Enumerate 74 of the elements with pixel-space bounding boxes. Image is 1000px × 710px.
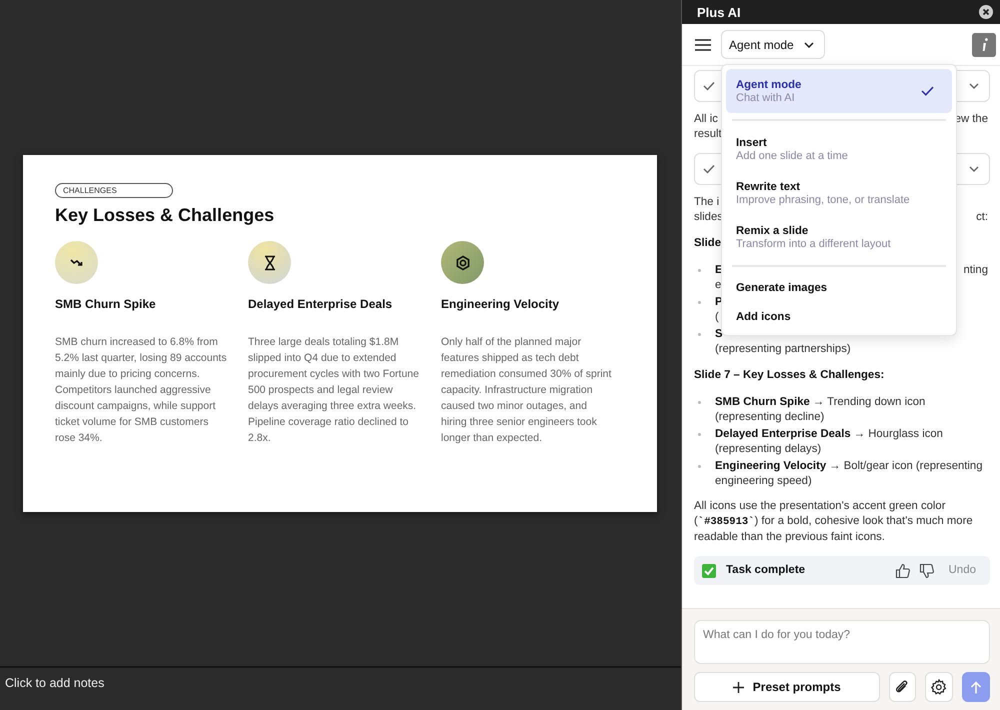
arrow-up-icon	[970, 680, 982, 694]
check-icon	[703, 164, 715, 174]
close-icon[interactable]	[979, 5, 993, 19]
settings-button[interactable]	[925, 672, 954, 702]
menu-item-description: Improve phrasing, tone, or translate	[736, 194, 910, 206]
column-heading: Engineering Velocity	[441, 297, 560, 311]
menu-item-description: Chat with AI	[736, 92, 796, 104]
message-text: Slide	[694, 236, 721, 251]
column-heading: SMB Churn Spike	[55, 297, 157, 311]
checkmark-icon	[921, 86, 934, 96]
bullet-icon	[698, 333, 701, 336]
attach-button[interactable]	[888, 672, 916, 702]
panel-title: Plus AI	[697, 4, 741, 20]
slide-tag: CHALLENGES	[55, 183, 173, 198]
menu-item[interactable]: Rewrite text Improve phrasing, tone, or translate	[726, 171, 952, 215]
check-box-icon	[702, 564, 716, 578]
prompt-field[interactable]: What can I do for you today?	[694, 620, 990, 664]
bullet-icon	[698, 465, 701, 468]
menu-item-label: Add icons	[736, 310, 791, 322]
list-item-text: SMB Churn Spike → Trending down icon (representing decline)	[715, 396, 926, 423]
trending-down-icon	[55, 241, 98, 284]
message-text: result	[694, 127, 722, 142]
status-text: Task complete	[726, 563, 806, 578]
menu-item[interactable]: Remix a slide Transform into a different layout	[726, 215, 952, 259]
menu-item-description: Transform into a different layout	[736, 238, 891, 250]
thumbs-down-icon[interactable]	[918, 562, 934, 578]
menu-icon[interactable]	[695, 38, 711, 50]
chevron-down-icon	[969, 83, 979, 89]
preset-prompts-button[interactable]: Preset prompts	[694, 672, 880, 702]
menu-item-label: Rewrite text	[736, 180, 802, 192]
menu-item-label: Agent mode	[736, 78, 802, 90]
message-text: ct:	[976, 210, 989, 225]
notes-placeholder: Click to add notes	[5, 676, 104, 690]
info-icon[interactable]	[972, 32, 996, 56]
message-text: All ic	[694, 112, 718, 127]
list-item-text: Engineering Velocity → Bolt/gear icon (representing engineering speed)	[715, 460, 982, 487]
menu-item[interactable]: Agent mode Chat with AI	[726, 69, 952, 113]
settings-icon	[931, 679, 948, 695]
chevron-down-icon	[804, 42, 814, 48]
plus-icon	[732, 682, 744, 692]
message-text: S	[715, 327, 723, 342]
message-text: The i	[694, 195, 720, 210]
message-text: nting	[964, 263, 989, 278]
paperclip-icon	[894, 679, 910, 695]
menu-item[interactable]: Insert Add one slide at a time	[726, 127, 952, 171]
thumbs-up-icon[interactable]	[894, 562, 910, 578]
bullet-icon	[698, 433, 701, 436]
hex-nut-icon	[441, 241, 484, 284]
check-icon	[703, 81, 715, 91]
bullet-icon	[698, 401, 701, 404]
bullet-icon	[698, 301, 701, 304]
menu-item-description: Add one slide at a time	[736, 150, 848, 162]
message-text: Slide 7 – Key Losses & Challenges:	[694, 368, 884, 383]
column-heading: Delayed Enterprise Deals	[248, 297, 394, 311]
slide-title: Key Losses & Challenges	[55, 205, 276, 226]
column-text: Three large deals totaling $1.8M slipped into Q4 due to extended procurement cycles with two Fortune 500 prospects and legal review delays averaging three extra weeks. Pipeline coverage ratio declined to 2.8x.	[248, 335, 420, 446]
notes-area[interactable]: Click to add notes	[0, 668, 681, 710]
message-text: (	[715, 310, 719, 325]
menu-item[interactable]: Generate images	[726, 273, 952, 302]
send-button[interactable]	[962, 672, 990, 702]
message-text: e	[715, 278, 722, 293]
mode-dropdown[interactable]: Agent mode	[721, 30, 825, 59]
message-text: (representing partnerships)	[715, 342, 851, 357]
chevron-down-icon	[969, 166, 979, 172]
message-text: All icons use the presentation's accent green color (`#385913`) for a bold, cohesive look that's much more readable than the previous faint icons.	[694, 499, 974, 545]
column-text: Only half of the planned major features shipped as tech debt remediation consumed 30% of sprint capacity. Infrastructure migration caused two minor outages, and hiring three senior engineers took longer than expected.	[441, 335, 612, 446]
menu-item[interactable]: Add icons	[726, 302, 952, 331]
menu-item-label: Remix a slide	[736, 224, 810, 236]
list-item-text: Delayed Enterprise Deals → Hourglass icon (representing delays)	[715, 428, 943, 455]
menu-item-label: Generate images	[736, 282, 828, 294]
hourglass-icon	[248, 241, 291, 284]
column-text: SMB churn increased to 6.8% from 5.2% last quarter, losing 89 accounts mainly due to pricing concerns. Competitors launched aggressive discount campaigns, while support ticket volume for SMB customers rose 34%.	[55, 335, 228, 446]
menu-item-label: Insert	[736, 136, 768, 148]
bullet-icon	[698, 269, 701, 272]
